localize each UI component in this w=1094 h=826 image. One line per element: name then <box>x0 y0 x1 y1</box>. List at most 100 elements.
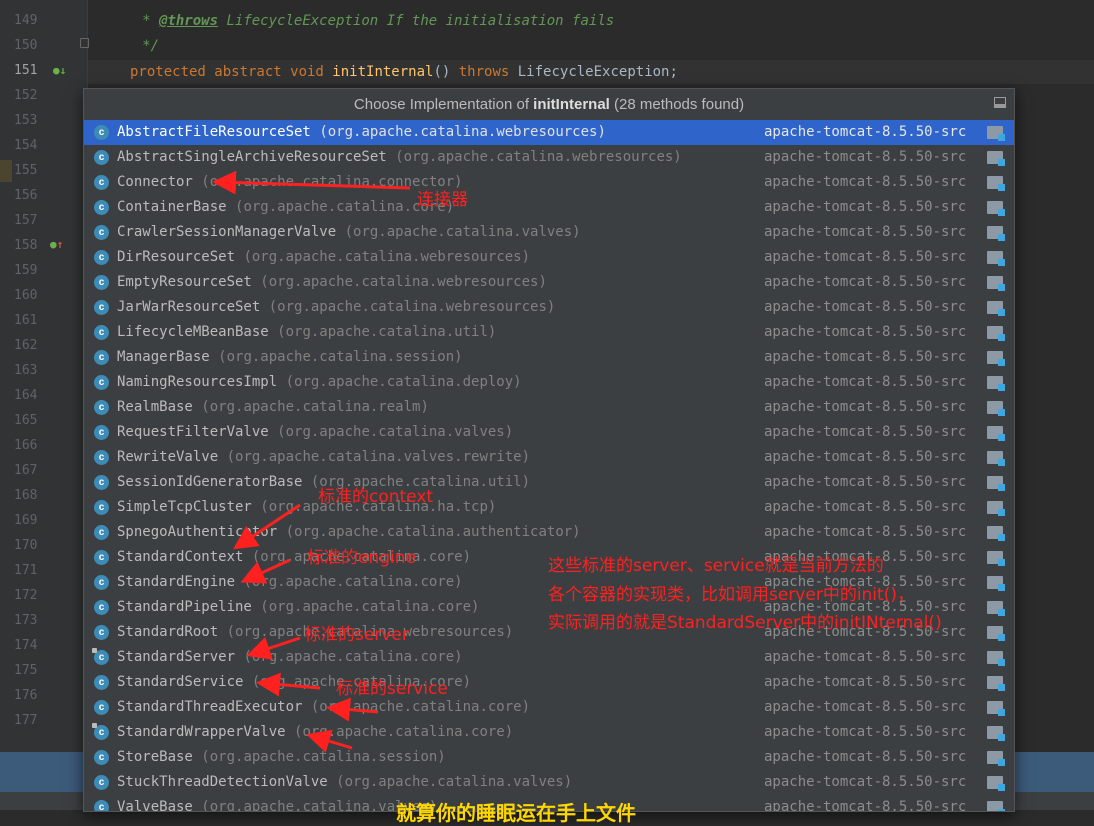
class-name: CrawlerSessionManagerValve (org.apache.c… <box>117 220 581 245</box>
line-number: 153 <box>14 113 38 128</box>
package-name: (org.apache.catalina.util) <box>277 324 497 340</box>
class-icon: c <box>94 375 109 390</box>
class-name: StandardPipeline (org.apache.catalina.co… <box>117 595 479 620</box>
module-folder-icon <box>987 776 1005 791</box>
line-number: 149 <box>14 13 38 28</box>
implementation-item[interactable]: c DirResourceSet (org.apache.catalina.web… <box>84 245 1014 270</box>
implementation-item[interactable]: c RewriteValve (org.apache.catalina.valve… <box>84 445 1014 470</box>
class-name: SpnegoAuthenticator (org.apache.catalina… <box>117 520 581 545</box>
pin-icon[interactable] <box>994 97 1006 108</box>
override-icon[interactable]: ●↑ <box>50 238 63 251</box>
annotation-bottom: 就算你的睡眠运在手上文件 <box>396 801 636 825</box>
class-name: DirResourceSet (org.apache.catalina.webr… <box>117 245 530 270</box>
package-name: (org.apache.catalina.core) <box>243 574 463 590</box>
implementation-list[interactable]: c AbstractFileResourceSet (org.apache.cat… <box>84 120 1014 811</box>
implementation-item[interactable]: c RealmBase (org.apache.catalina.realm) ap… <box>84 395 1014 420</box>
implementation-item[interactable]: c StuckThreadDetectionValve (org.apache.c… <box>84 770 1014 795</box>
package-name: (org.apache.catalina.session) <box>201 749 446 765</box>
implementation-item[interactable]: c ContainerBase (org.apache.catalina.core… <box>84 195 1014 220</box>
module-folder-icon <box>987 801 1005 811</box>
implementation-item[interactable]: c RequestFilterValve (org.apache.catalina… <box>84 420 1014 445</box>
class-name: ContainerBase (org.apache.catalina.core) <box>117 195 454 220</box>
class-name-text: StandardRoot <box>117 624 219 640</box>
popup-title-prefix: Choose Implementation of <box>353 96 534 113</box>
implementation-item[interactable]: c StandardThreadExecutor (org.apache.cata… <box>84 695 1014 720</box>
class-name: RequestFilterValve (org.apache.catalina.… <box>117 420 513 445</box>
module-name: apache-tomcat-8.5.50-src <box>764 774 967 790</box>
choose-implementation-popup[interactable]: Choose Implementation of initInternal (2… <box>83 88 1015 812</box>
package-name: (org.apache.catalina.valves) <box>277 424 514 440</box>
class-name-text: AbstractSingleArchiveResourceSet <box>117 149 387 165</box>
line-number: 165 <box>14 413 38 428</box>
class-icon: c <box>92 723 109 740</box>
annotation-service: 标准的service <box>336 679 448 699</box>
class-name-text: RealmBase <box>117 399 193 415</box>
module-folder-icon <box>987 701 1005 716</box>
implementation-item[interactable]: c SimpleTcpCluster (org.apache.catalina.h… <box>84 495 1014 520</box>
class-name-text: JarWarResourceSet <box>117 299 261 315</box>
implementation-item[interactable]: c StandardService (org.apache.catalina.co… <box>84 670 1014 695</box>
line-number: 169 <box>14 513 38 528</box>
class-name: AbstractFileResourceSet (org.apache.cata… <box>117 120 606 145</box>
implementation-item[interactable]: c Connector (org.apache.catalina.connecto… <box>84 170 1014 195</box>
module-folder-icon <box>987 426 1005 441</box>
implementation-item[interactable]: c AbstractFileResourceSet (org.apache.cat… <box>84 120 1014 145</box>
module-folder-icon <box>987 626 1005 641</box>
class-name: ManagerBase (org.apache.catalina.session… <box>117 345 463 370</box>
implementation-item[interactable]: c ManagerBase (org.apache.catalina.sessio… <box>84 345 1014 370</box>
class-name-text: SessionIdGeneratorBase <box>117 474 303 490</box>
implemented-icon[interactable]: ●↓ <box>53 64 66 77</box>
implementation-item[interactable]: c LifecycleMBeanBase (org.apache.catalina… <box>84 320 1014 345</box>
method-name[interactable]: initInternal <box>332 64 433 80</box>
fold-icon[interactable] <box>80 38 89 48</box>
implementation-item[interactable]: c EmptyResourceSet (org.apache.catalina.w… <box>84 270 1014 295</box>
class-name: LifecycleMBeanBase (org.apache.catalina.… <box>117 320 496 345</box>
class-icon: c <box>94 600 109 615</box>
module-folder-icon <box>987 351 1005 366</box>
implementation-item[interactable]: c StoreBase (org.apache.catalina.session)… <box>84 745 1014 770</box>
line-number: 166 <box>14 438 38 453</box>
class-name-text: LifecycleMBeanBase <box>117 324 269 340</box>
module-name: apache-tomcat-8.5.50-src <box>764 499 967 515</box>
implementation-item[interactable]: c StandardServer (org.apache.catalina.cor… <box>84 645 1014 670</box>
line-number: 162 <box>14 338 38 353</box>
class-name-text: StandardContext <box>117 549 244 565</box>
line-number: 170 <box>14 538 38 553</box>
module-folder-icon <box>987 376 1005 391</box>
class-name-text: StandardService <box>117 674 244 690</box>
implementation-item[interactable]: c JarWarResourceSet (org.apache.catalina.… <box>84 295 1014 320</box>
change-marker <box>0 160 12 182</box>
implementation-item[interactable]: c SpnegoAuthenticator (org.apache.catalin… <box>84 520 1014 545</box>
class-name: StandardThreadExecutor (org.apache.catal… <box>117 695 530 720</box>
implementation-item[interactable]: c SessionIdGeneratorBase (org.apache.cata… <box>84 470 1014 495</box>
module-name: apache-tomcat-8.5.50-src <box>764 274 967 290</box>
class-icon: c <box>92 648 109 665</box>
class-icon: c <box>94 525 109 540</box>
package-name: (org.apache.catalina.core) <box>310 699 531 715</box>
throws-keyword: throws <box>458 64 510 80</box>
implementation-item[interactable]: c StandardWrapperValve (org.apache.catali… <box>84 720 1014 745</box>
class-name: JarWarResourceSet (org.apache.catalina.w… <box>117 295 555 320</box>
package-name: (org.apache.catalina.core) <box>243 649 463 665</box>
annotation-connector: 连接器 <box>417 190 468 210</box>
comment-star: * <box>100 13 160 29</box>
class-name-text: ContainerBase <box>117 199 227 215</box>
class-name: SimpleTcpCluster (org.apache.catalina.ha… <box>117 495 496 520</box>
implementation-item[interactable]: c CrawlerSessionManagerValve (org.apache.… <box>84 220 1014 245</box>
implementation-item[interactable]: c AbstractSingleArchiveResourceSet (org.a… <box>84 145 1014 170</box>
line-number: 150 <box>14 38 38 53</box>
module-name: apache-tomcat-8.5.50-src <box>764 724 967 740</box>
code-line-150: */ <box>100 37 159 55</box>
class-name-text: CrawlerSessionManagerValve <box>117 224 337 240</box>
annotation-note-line1: 这些标准的server、service就是当前方法的 <box>548 556 884 576</box>
implementation-item[interactable]: c NamingResourcesImpl (org.apache.catalin… <box>84 370 1014 395</box>
class-name-text: SpnegoAuthenticator <box>117 524 278 540</box>
class-icon: c <box>94 150 109 165</box>
class-name: EmptyResourceSet (org.apache.catalina.we… <box>117 270 547 295</box>
package-name: (org.apache.catalina.webresources) <box>243 249 531 265</box>
module-folder-icon <box>987 126 1005 141</box>
module-name: apache-tomcat-8.5.50-src <box>764 674 967 690</box>
line-number: 168 <box>14 488 38 503</box>
class-name-text: RewriteValve <box>117 449 219 465</box>
package-name: (org.apache.catalina.authenticator) <box>285 524 581 540</box>
